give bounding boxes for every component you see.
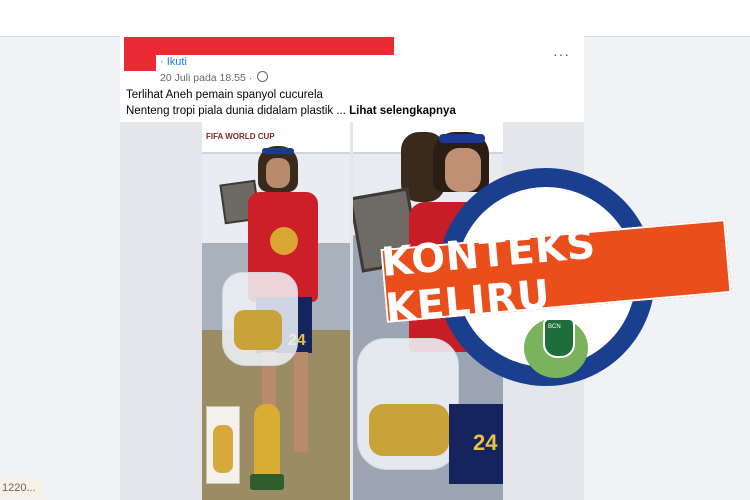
logo-text: BCN [548,324,561,330]
see-more-link[interactable]: Lihat selengkapnya [349,105,456,117]
trophy-base [250,474,284,490]
player-headband [262,148,294,154]
verdict-label: KONTEKS KELIRU [379,221,598,332]
player-face [266,158,290,188]
timestamp-text: 20 Juli pada 18.55 · [160,72,253,84]
trophy-icon [254,404,280,484]
jersey-number: 24 [473,430,498,455]
more-options-icon[interactable]: ··· [553,46,570,62]
trophy-in-bag [234,310,282,350]
shirt-emblem [270,227,298,255]
player-leg [294,352,308,452]
globe-icon [257,71,269,82]
verdict-banner: KONTEKS KELIRU [379,219,732,332]
caption-line-2: Nenteng tropi piala dunia didalam plasti… [126,104,456,120]
caption-line-2-text: Nenteng tropi piala dunia didalam plasti… [126,104,346,117]
player-face [445,148,481,192]
redacted-name [124,37,394,55]
photo-left[interactable]: FIFA WORLD CUP 24 [202,122,350,500]
side-chip: 1220... [0,478,42,498]
player-headband [439,134,485,143]
caption-line-1: Terlihat Aneh pemain spanyol cucurela [126,89,323,101]
follow-link[interactable]: · Ikuti [160,56,187,68]
post-timestamp[interactable]: 20 Juli pada 18.55 · [160,71,269,84]
photo-left-banner-text: FIFA WORLD CUP [206,132,275,141]
trophy-in-bag [369,404,449,456]
top-bar [0,0,750,37]
trophy-box [206,406,240,484]
post-caption: Terlihat Aneh pemain spanyol cucurela Ne… [126,88,456,119]
